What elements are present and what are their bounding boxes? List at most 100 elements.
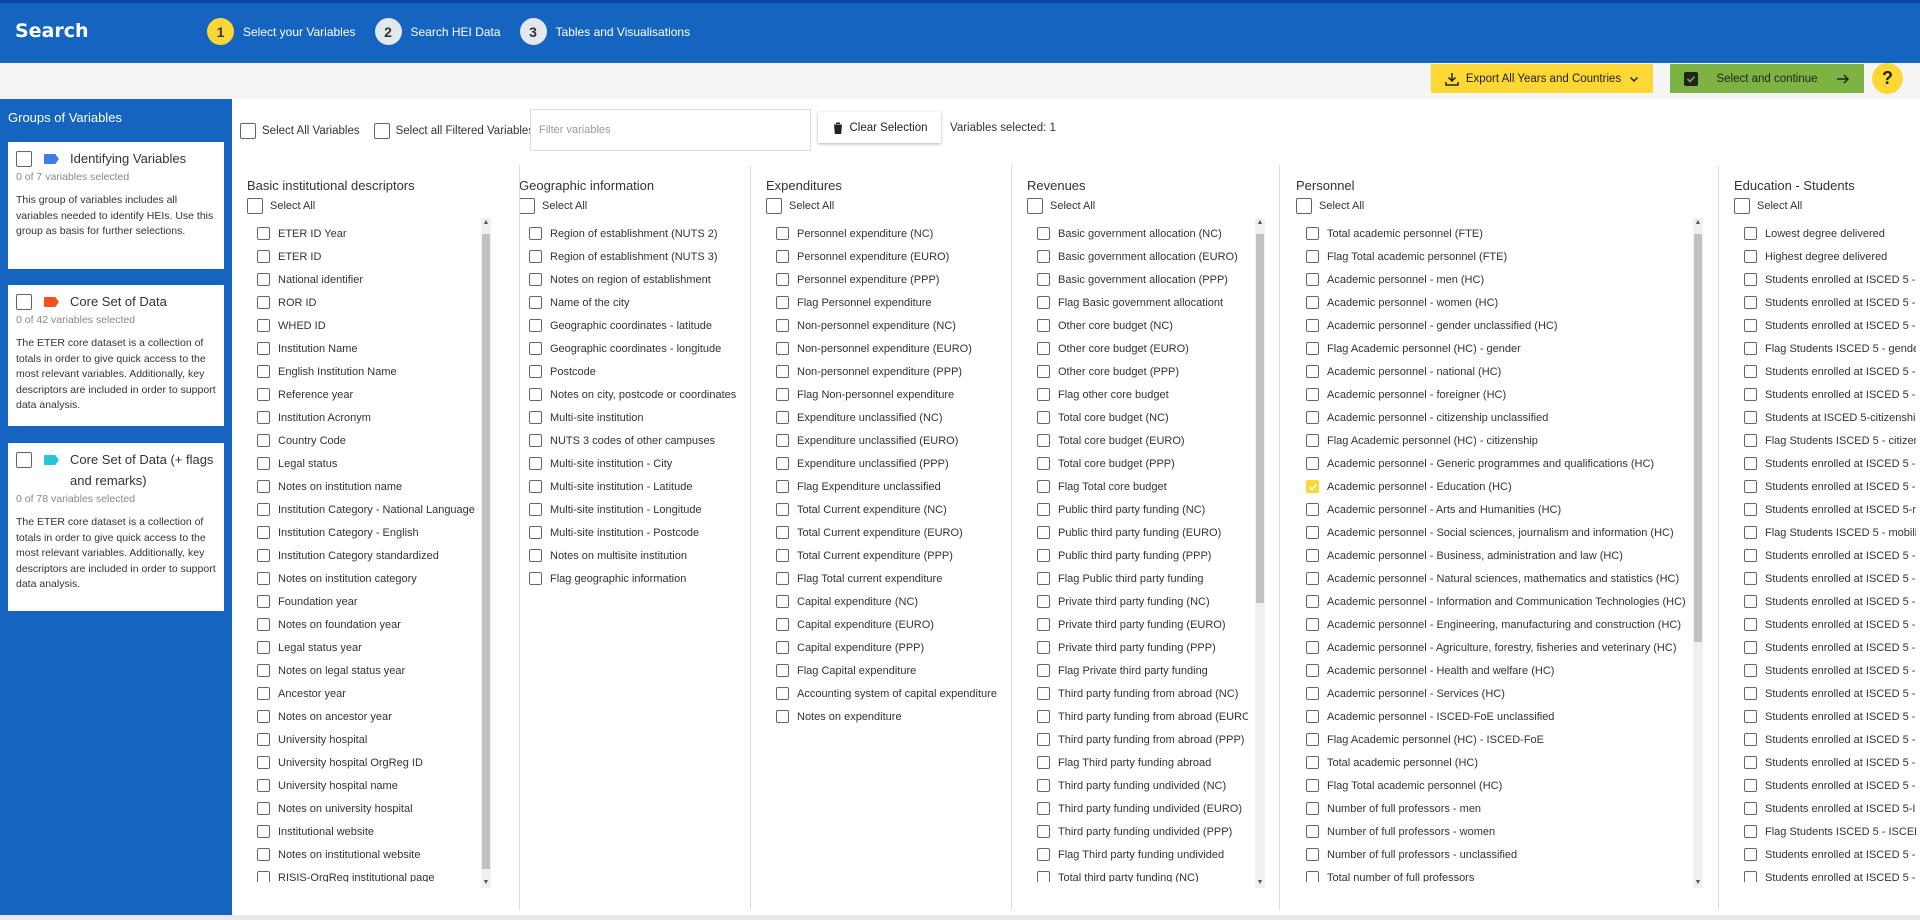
variable-checkbox[interactable] <box>776 480 789 493</box>
variable-item[interactable]: Multi-site institution - Longitude <box>529 498 740 521</box>
group-checkbox[interactable] <box>16 452 32 468</box>
variable-checkbox[interactable] <box>1306 457 1319 470</box>
variable-checkbox[interactable] <box>776 549 789 562</box>
select-all-variables-checkbox[interactable] <box>240 123 256 139</box>
variable-checkbox[interactable] <box>1744 848 1757 861</box>
variable-item[interactable]: Academic personnel - Health and welfare … <box>1306 659 1692 682</box>
variable-item[interactable]: Third party funding from abroad (NC) <box>1037 682 1248 705</box>
step-tables-visualisations[interactable]: 3 Tables and Visualisations <box>519 18 690 45</box>
variable-checkbox[interactable] <box>1306 227 1319 240</box>
variable-checkbox[interactable] <box>1744 710 1757 723</box>
variable-item[interactable]: NUTS 3 codes of other campuses <box>529 429 740 452</box>
variable-checkbox[interactable] <box>257 641 270 654</box>
variable-checkbox[interactable] <box>1037 779 1050 792</box>
variable-checkbox[interactable] <box>529 273 542 286</box>
variable-item[interactable]: Academic personnel - Agriculture, forest… <box>1306 636 1692 659</box>
variable-item[interactable]: Students enrolled at ISCED 5 - S <box>1744 613 1916 636</box>
variable-checkbox[interactable] <box>257 411 270 424</box>
variable-checkbox[interactable] <box>1306 779 1319 792</box>
filter-variables-input[interactable] <box>530 109 811 151</box>
variable-checkbox[interactable] <box>1306 526 1319 539</box>
variable-item[interactable]: Public third party funding (PPP) <box>1037 544 1248 567</box>
variable-item[interactable]: Total Current expenditure (PPP) <box>776 544 1002 567</box>
variable-checkbox[interactable] <box>1306 319 1319 332</box>
variable-checkbox[interactable] <box>1037 503 1050 516</box>
variable-checkbox[interactable] <box>1744 595 1757 608</box>
variable-item[interactable]: Academic personnel - men (HC) <box>1306 268 1692 291</box>
variable-item[interactable]: University hospital name <box>257 774 493 797</box>
variable-checkbox[interactable] <box>776 319 789 332</box>
scrollbar-thumb[interactable] <box>1694 234 1702 642</box>
variable-checkbox[interactable] <box>1306 388 1319 401</box>
variable-item[interactable]: Public third party funding (EURO) <box>1037 521 1248 544</box>
variable-checkbox[interactable] <box>257 503 270 516</box>
variable-item[interactable]: Personnel expenditure (NC) <box>776 222 1002 245</box>
variable-checkbox[interactable] <box>257 273 270 286</box>
variable-checkbox[interactable] <box>1306 250 1319 263</box>
variable-item[interactable]: Flag Students ISCED 5 - mobility <box>1744 521 1916 544</box>
column-scrollbar[interactable]: ▲ ▼ <box>481 218 491 888</box>
column-select-all[interactable]: Select All <box>766 198 1006 214</box>
variable-checkbox[interactable] <box>529 411 542 424</box>
variable-item[interactable]: Other core budget (NC) <box>1037 314 1248 337</box>
variable-checkbox[interactable] <box>1306 503 1319 516</box>
variable-checkbox[interactable] <box>257 296 270 309</box>
variable-checkbox[interactable] <box>1744 641 1757 654</box>
variable-item[interactable]: Students enrolled at ISCED 5 - r <box>1744 475 1916 498</box>
variable-item[interactable]: Geographic coordinates - longitude <box>529 337 740 360</box>
variable-checkbox[interactable] <box>1306 296 1319 309</box>
variable-checkbox[interactable] <box>1744 664 1757 677</box>
variable-checkbox[interactable] <box>776 365 789 378</box>
variable-item[interactable]: Academic personnel - Engineering, manufa… <box>1306 613 1692 636</box>
variable-item[interactable]: Private third party funding (NC) <box>1037 590 1248 613</box>
help-button[interactable]: ? <box>1872 63 1903 94</box>
variable-item[interactable]: Country Code <box>257 429 493 452</box>
variable-item[interactable]: Notes on expenditure <box>776 705 1002 728</box>
variable-checkbox[interactable] <box>1744 434 1757 447</box>
variable-checkbox[interactable] <box>1306 411 1319 424</box>
variable-checkbox[interactable] <box>1744 802 1757 815</box>
variable-item[interactable]: Multi-site institution - City <box>529 452 740 475</box>
variable-checkbox[interactable] <box>1037 227 1050 240</box>
variable-checkbox[interactable] <box>257 848 270 861</box>
variable-item[interactable]: Public third party funding (NC) <box>1037 498 1248 521</box>
variable-item[interactable]: Notes on legal status year <box>257 659 493 682</box>
variable-checkbox-checked[interactable] <box>1306 480 1319 493</box>
variable-item[interactable]: Academic personnel - women (HC) <box>1306 291 1692 314</box>
variable-item[interactable]: Total academic personnel (HC) <box>1306 751 1692 774</box>
variable-checkbox[interactable] <box>257 687 270 700</box>
variable-item[interactable]: Accounting system of capital expenditure <box>776 682 1002 705</box>
variable-checkbox[interactable] <box>257 549 270 562</box>
variable-item[interactable]: Flag Third party funding undivided <box>1037 843 1248 866</box>
variable-checkbox[interactable] <box>1037 641 1050 654</box>
variable-checkbox[interactable] <box>257 388 270 401</box>
variable-checkbox[interactable] <box>1306 756 1319 769</box>
group-card-identifying-variables[interactable]: Identifying Variables 0 of 7 variables s… <box>8 142 224 269</box>
variable-item[interactable]: Expenditure unclassified (NC) <box>776 406 1002 429</box>
variable-item[interactable]: University hospital <box>257 728 493 751</box>
variable-item[interactable]: Flag Academic personnel (HC) - gender <box>1306 337 1692 360</box>
variable-checkbox[interactable] <box>1037 273 1050 286</box>
variable-checkbox[interactable] <box>257 572 270 585</box>
variable-checkbox[interactable] <box>1744 572 1757 585</box>
variable-item[interactable]: Ancestor year <box>257 682 493 705</box>
variable-checkbox[interactable] <box>1037 549 1050 562</box>
variable-checkbox[interactable] <box>1744 365 1757 378</box>
select-all-checkbox[interactable] <box>1296 198 1312 214</box>
variable-item[interactable]: Lowest degree delivered <box>1744 222 1916 245</box>
variable-item[interactable]: ROR ID <box>257 291 493 314</box>
variable-item[interactable]: Multi-site institution <box>529 406 740 429</box>
variable-item[interactable]: Academic personnel - ISCED-FoE unclassif… <box>1306 705 1692 728</box>
variable-item[interactable]: Students enrolled at ISCED 5 - E <box>1744 567 1916 590</box>
step-select-variables[interactable]: 1 Select your Variables <box>207 18 356 45</box>
variable-checkbox[interactable] <box>1037 434 1050 447</box>
variable-checkbox[interactable] <box>257 319 270 332</box>
export-button[interactable]: Export All Years and Countries <box>1431 64 1653 93</box>
variable-item[interactable]: Academic personnel - Business, administr… <box>1306 544 1692 567</box>
variable-checkbox[interactable] <box>1744 342 1757 355</box>
variable-item[interactable]: Students enrolled at ISCED 5 - S <box>1744 774 1916 797</box>
variable-checkbox[interactable] <box>1037 664 1050 677</box>
scroll-up-icon[interactable]: ▲ <box>1255 218 1265 228</box>
variable-checkbox[interactable] <box>1037 319 1050 332</box>
variable-item[interactable]: Institution Acronym <box>257 406 493 429</box>
